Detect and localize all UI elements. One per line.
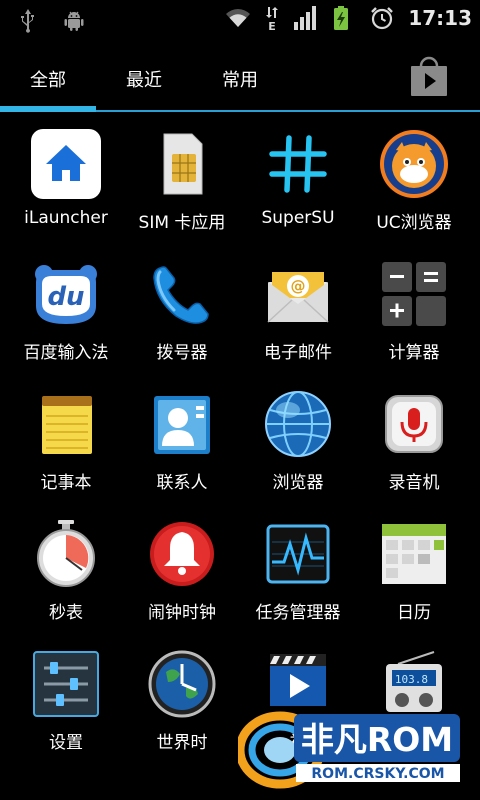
uc-browser-icon xyxy=(380,130,448,198)
app-alarm-clock[interactable]: 闹钟时钟 xyxy=(122,506,242,636)
app-label: UC浏览器 xyxy=(376,213,452,233)
task-manager-icon xyxy=(266,524,330,584)
watermark-url: ROM.CRSKY.COM xyxy=(311,766,444,782)
phone-icon xyxy=(153,266,209,324)
app-label: iLauncher xyxy=(24,208,108,228)
app-calculator[interactable]: 计算器 xyxy=(354,246,474,376)
app-label: 日历 xyxy=(397,603,431,623)
app-label: 设置 xyxy=(49,733,83,753)
app-stopwatch[interactable]: 秒表 xyxy=(6,506,126,636)
app-label: SuperSU xyxy=(261,208,335,228)
app-email[interactable]: @ 电子邮件 xyxy=(238,246,358,376)
app-label: 记事本 xyxy=(40,473,92,493)
tab-all[interactable]: 全部 xyxy=(30,66,66,92)
hash-icon xyxy=(269,135,327,193)
stopwatch-icon xyxy=(37,520,95,587)
sim-card-icon xyxy=(163,133,203,195)
app-label: 录音机 xyxy=(388,473,440,493)
app-label: 秒表 xyxy=(49,603,83,623)
app-calendar[interactable]: 日历 xyxy=(354,506,474,636)
email-icon: @ xyxy=(267,272,329,323)
svg-text:du: du xyxy=(47,282,84,312)
tab-recent[interactable]: 最近 xyxy=(126,66,162,92)
contacts-icon xyxy=(154,396,210,454)
app-task-manager[interactable]: 任务管理器 xyxy=(238,506,358,636)
home-icon xyxy=(31,129,101,199)
app-label: SIM 卡应用 xyxy=(138,213,226,233)
usb-icon xyxy=(21,9,34,33)
notepad-icon xyxy=(42,396,92,454)
app-ilauncher[interactable]: iLauncher xyxy=(6,116,126,246)
app-contacts[interactable]: 联系人 xyxy=(122,376,242,506)
watermark-brand: 非凡ROM xyxy=(301,720,453,759)
app-sim-toolkit[interactable]: SIM 卡应用 xyxy=(122,116,242,246)
tab-common[interactable]: 常用 xyxy=(222,66,258,92)
globe-icon xyxy=(265,391,331,457)
app-dialer[interactable]: 拨号器 xyxy=(122,246,242,376)
android-debug-icon xyxy=(64,11,84,31)
baidu-input-icon: du xyxy=(35,265,97,324)
alarm-icon xyxy=(371,7,394,30)
app-label: 计算器 xyxy=(388,343,440,363)
status-bar: E 17:13 xyxy=(0,0,480,38)
calculator-icon xyxy=(382,262,446,326)
settings-sliders-icon xyxy=(33,651,99,717)
app-uc-browser[interactable]: UC浏览器 xyxy=(354,116,474,246)
wifi-icon xyxy=(226,9,251,27)
edge-network-icon: E xyxy=(266,7,279,32)
battery-charging-icon xyxy=(334,6,349,30)
app-world-clock[interactable]: 世界时 xyxy=(122,636,242,766)
crsky-watermark-logo: 非凡ROM ROM.CRSKY.COM xyxy=(238,711,460,789)
world-clock-icon xyxy=(148,650,216,718)
app-label: 任务管理器 xyxy=(255,603,341,623)
app-label: 百度输入法 xyxy=(23,343,109,363)
app-baidu-input[interactable]: du 百度输入法 xyxy=(6,246,126,376)
play-store-icon[interactable] xyxy=(408,56,450,98)
clock-time: 17:13 xyxy=(408,6,472,30)
app-supersu[interactable]: SuperSU xyxy=(238,116,358,246)
svg-text:E: E xyxy=(269,20,277,32)
signal-icon xyxy=(294,6,317,30)
app-notepad[interactable]: 记事本 xyxy=(6,376,126,506)
calendar-icon xyxy=(382,524,446,584)
app-label: 联系人 xyxy=(156,473,208,493)
app-label: 拨号器 xyxy=(156,343,208,363)
microphone-icon xyxy=(385,395,443,453)
alarm-bell-icon xyxy=(150,522,214,586)
app-label: 世界时 xyxy=(156,733,208,753)
app-label: 浏览器 xyxy=(272,473,324,493)
svg-text:@: @ xyxy=(291,277,306,295)
app-recorder[interactable]: 录音机 xyxy=(354,376,474,506)
svg-text:103.8: 103.8 xyxy=(395,673,428,686)
app-settings[interactable]: 设置 xyxy=(6,636,126,766)
app-browser[interactable]: 浏览器 xyxy=(238,376,358,506)
tab-selected-indicator xyxy=(0,106,96,112)
app-label: 电子邮件 xyxy=(264,343,332,363)
app-label: 闹钟时钟 xyxy=(148,603,216,623)
tab-bar: 全部 最近 常用 xyxy=(0,38,480,116)
